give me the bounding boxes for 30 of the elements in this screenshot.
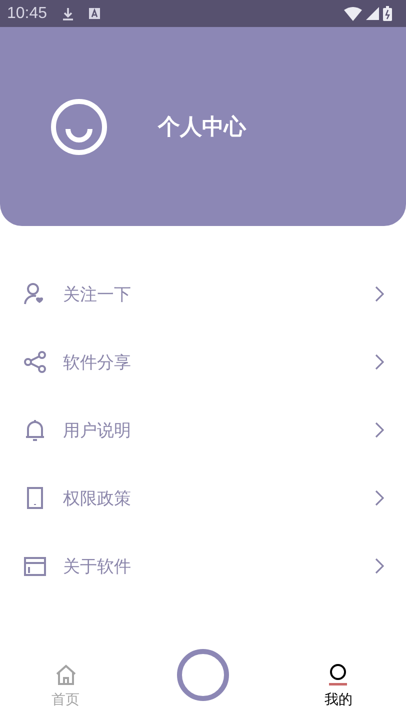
menu-item[interactable]: 关注一下 bbox=[0, 260, 406, 328]
menu-label: 软件分享 bbox=[63, 352, 132, 374]
menu-item[interactable]: 关于软件 bbox=[0, 532, 406, 600]
window-icon bbox=[23, 554, 47, 578]
header-title: 个人中心 bbox=[158, 114, 246, 142]
smiley-avatar-icon bbox=[50, 98, 108, 156]
center-circle-button[interactable] bbox=[176, 648, 230, 702]
notification-icon bbox=[89, 8, 100, 19]
chevron-right-icon bbox=[374, 286, 384, 302]
tab[interactable]: 首页 bbox=[52, 663, 80, 709]
bell-icon bbox=[23, 418, 47, 442]
menu-label: 权限政策 bbox=[63, 488, 132, 510]
wifi-icon bbox=[344, 6, 362, 20]
menu-item[interactable]: 用户说明 bbox=[0, 396, 406, 464]
menu-label: 用户说明 bbox=[63, 420, 132, 442]
chevron-right-icon bbox=[374, 558, 384, 574]
home-icon bbox=[54, 663, 78, 687]
menu-item[interactable]: 权限政策 bbox=[0, 464, 406, 532]
share-icon bbox=[23, 350, 47, 374]
tab[interactable]: 我的 bbox=[324, 663, 352, 709]
menu-label: 关注一下 bbox=[63, 284, 132, 306]
chevron-right-icon bbox=[374, 422, 384, 438]
menu-label: 关于软件 bbox=[63, 556, 132, 578]
menu-item[interactable]: 软件分享 bbox=[0, 328, 406, 396]
download-icon bbox=[61, 6, 76, 20]
status-time: 10:45 bbox=[7, 4, 48, 22]
chevron-right-icon bbox=[374, 354, 384, 370]
chevron-right-icon bbox=[374, 490, 384, 506]
signal-icon bbox=[366, 7, 379, 20]
battery-icon bbox=[383, 6, 392, 21]
